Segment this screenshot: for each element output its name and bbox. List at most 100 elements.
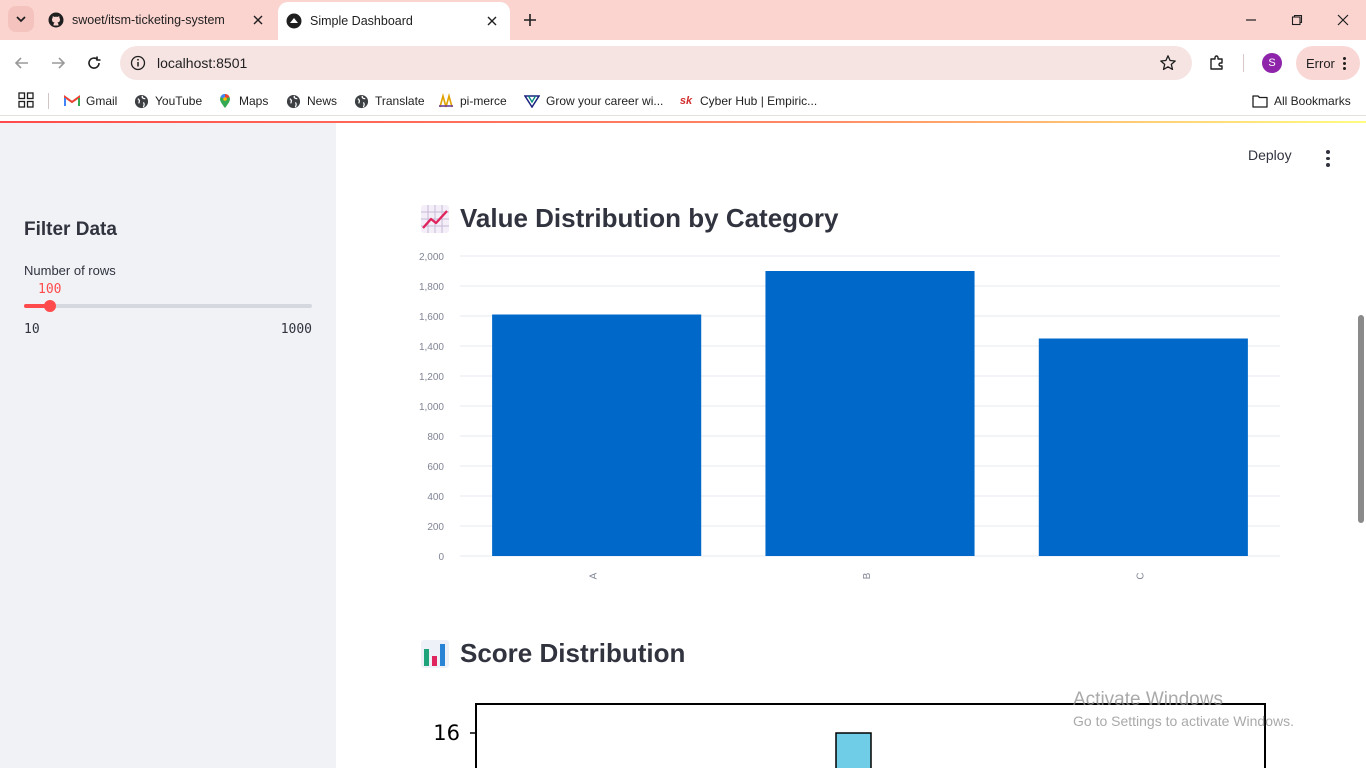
minimize-button[interactable] <box>1236 6 1266 34</box>
globe-icon <box>353 93 369 109</box>
address-bar[interactable]: localhost:8501 <box>120 46 1192 80</box>
chevron-down-icon <box>16 16 26 23</box>
y-tick-label: 1,000 <box>419 402 444 413</box>
slider-min-label: 10 <box>24 322 40 337</box>
minimize-icon <box>1246 19 1256 21</box>
reload-button[interactable] <box>82 51 106 75</box>
maps-pin-icon <box>217 93 233 109</box>
histogram-bar <box>835 732 872 768</box>
new-tab-button[interactable] <box>519 9 541 31</box>
browser-toolbar: localhost:8501 S Error <box>0 40 1366 86</box>
extensions-button[interactable] <box>1206 52 1228 74</box>
main-menu-icon[interactable] <box>1320 147 1336 168</box>
tab-title: swoet/itsm-ticketing-system <box>72 13 225 27</box>
y-tick-label: 0 <box>438 552 444 563</box>
bookmark-pi-merce[interactable]: pi-merce <box>438 91 507 111</box>
tab-title: Simple Dashboard <box>310 14 413 28</box>
forward-button[interactable] <box>46 51 70 75</box>
watermark-subtitle: Go to Settings to activate Windows. <box>1073 713 1294 729</box>
value-distribution-chart: 0 200 400 600 800 1,000 1,200 1,400 1,600 1,800 2,… <box>419 252 1280 580</box>
bookmark-news[interactable]: News <box>285 91 337 111</box>
bar-A <box>492 314 702 556</box>
watermark-title: Activate Windows <box>1073 689 1223 710</box>
toolbar-divider <box>1243 54 1244 72</box>
github-icon <box>48 12 64 28</box>
window-close-button[interactable] <box>1328 6 1358 34</box>
bookmark-label: All Bookmarks <box>1274 94 1351 108</box>
sk-icon: sk <box>679 95 693 107</box>
streamlit-icon <box>286 13 302 29</box>
bookmark-label: Cyber Hub | Empiric... <box>700 94 818 108</box>
windows-activation-watermark: Activate Windows Go to Settings to activ… <box>1073 689 1294 729</box>
bar-chart-icon <box>421 639 449 668</box>
puzzle-icon <box>1210 55 1223 70</box>
back-button[interactable] <box>10 51 34 75</box>
bar-B <box>765 271 975 556</box>
gmail-icon <box>64 93 80 109</box>
slider-current-value: 100 <box>38 282 62 297</box>
reload-icon <box>88 56 101 69</box>
slider-label: Number of rows <box>24 263 116 278</box>
profile-avatar[interactable]: S <box>1262 53 1282 73</box>
tab-github[interactable]: swoet/itsm-ticketing-system <box>38 0 276 40</box>
bookmark-label: Translate <box>375 94 425 108</box>
slider-max-label: 1000 <box>280 322 312 337</box>
bookmarks-bar: Gmail YouTube Maps News Translate pi-mer… <box>0 86 1366 116</box>
bar-C <box>1038 338 1248 556</box>
tab-simple-dashboard[interactable]: Simple Dashboard <box>278 2 510 40</box>
bookmark-gmail[interactable]: Gmail <box>64 91 117 111</box>
bookmark-grow-career[interactable]: Grow your career wi... <box>524 91 663 111</box>
bookmarks-divider <box>48 93 49 109</box>
bookmark-star-icon[interactable] <box>1158 53 1178 73</box>
close-icon[interactable] <box>482 11 502 31</box>
globe-icon <box>285 93 301 109</box>
x-tick-label: B <box>862 572 873 579</box>
page-scrollbar[interactable] <box>1358 315 1364 523</box>
error-menu-button[interactable]: Error <box>1296 46 1360 80</box>
chart1-title: Value Distribution by Category <box>460 203 839 233</box>
chart-increasing-icon <box>421 204 449 233</box>
bookmark-translate[interactable]: Translate <box>353 91 425 111</box>
bookmark-label: YouTube <box>155 94 203 108</box>
tab-search-button[interactable] <box>8 6 34 32</box>
sidebar: Filter Data Number of rows 100 10 1000 <box>0 123 336 768</box>
chart2-heading: Score Distribution <box>420 638 685 669</box>
folder-icon <box>1252 93 1268 109</box>
y-tick-label: 600 <box>427 462 444 473</box>
rows-slider[interactable] <box>24 300 312 312</box>
chart2-title: Score Distribution <box>460 638 686 668</box>
close-icon <box>1337 14 1349 26</box>
bookmark-maps[interactable]: Maps <box>217 91 268 111</box>
sidebar-title: Filter Data <box>24 219 117 240</box>
restore-button[interactable] <box>1282 6 1312 34</box>
restore-icon <box>1291 14 1303 26</box>
error-label: Error <box>1306 55 1335 71</box>
bookmark-label: pi-merce <box>460 94 507 108</box>
bookmark-cyber-hub[interactable]: sk Cyber Hub | Empiric... <box>678 91 817 111</box>
slider-thumb[interactable] <box>44 300 57 312</box>
deploy-button[interactable]: Deploy <box>1248 147 1292 163</box>
site-info-icon[interactable] <box>130 55 146 71</box>
y-tick-label: 800 <box>427 432 444 443</box>
more-vert-icon <box>1342 56 1346 70</box>
x-tick-label: C <box>1135 572 1146 579</box>
bookmark-label: News <box>307 94 338 108</box>
y-tick-label: 1,800 <box>419 282 444 293</box>
globe-icon <box>133 93 149 109</box>
apps-grid-icon[interactable] <box>18 92 34 108</box>
arrow-right-icon <box>52 57 66 69</box>
close-icon[interactable] <box>248 10 268 30</box>
bookmark-label: Maps <box>239 94 269 108</box>
career-icon <box>524 93 540 109</box>
main-content: Deploy Value Distribution by Category 0 2… <box>336 123 1366 768</box>
plus-icon <box>524 14 536 26</box>
y-tick-label: 1,200 <box>419 372 444 383</box>
bookmark-youtube[interactable]: YouTube <box>133 91 202 111</box>
bookmark-label: Gmail <box>86 94 118 108</box>
all-bookmarks-button[interactable]: All Bookmarks <box>1252 91 1351 111</box>
url-text[interactable]: localhost:8501 <box>157 55 1158 71</box>
y-tick-label: 1,400 <box>419 342 444 353</box>
arrow-left-icon <box>14 57 28 69</box>
y-tick-label: 200 <box>427 522 444 533</box>
tab-strip: swoet/itsm-ticketing-system Simple Dashb… <box>0 0 1366 40</box>
